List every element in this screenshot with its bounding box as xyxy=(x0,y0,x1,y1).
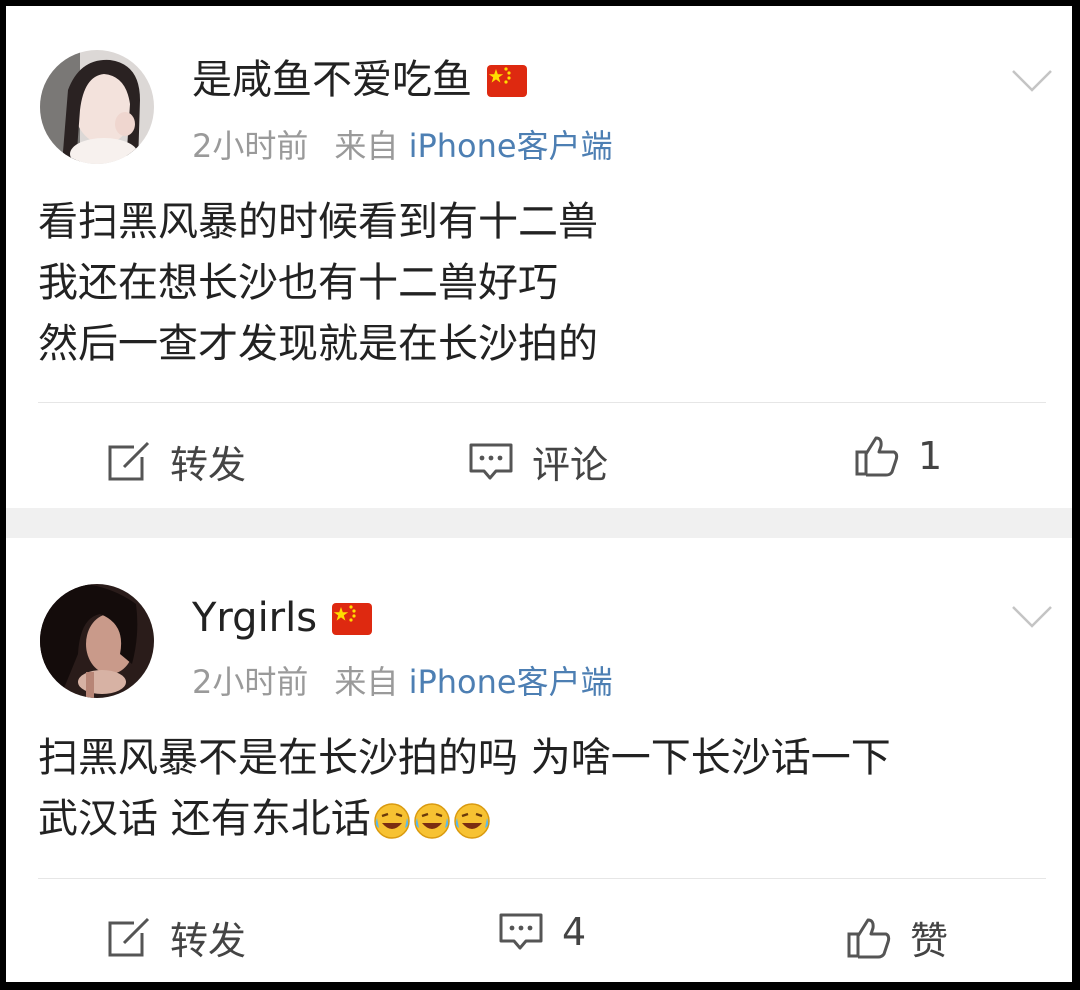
username[interactable]: Yrgirls xyxy=(192,594,373,642)
username-text[interactable]: Yrgirls xyxy=(192,594,317,642)
like-button[interactable]: 1 xyxy=(854,434,942,478)
source-link[interactable]: iPhone客户端 xyxy=(409,663,613,701)
comment-card: Yrgirls 2小时前 来自 iPhone客户端 扫黑风暴不是在长沙拍的吗 为啥… xyxy=(6,538,1072,982)
repost-label: 转发 xyxy=(170,443,247,487)
card-separator xyxy=(6,508,1072,538)
comment-line-text: 武汉话 还有东北话 xyxy=(38,796,371,842)
username[interactable]: 是咸鱼不爱吃鱼 xyxy=(192,56,528,104)
china-flag-icon xyxy=(486,62,528,98)
comment-line: 看扫黑风暴的时候看到有十二兽 xyxy=(38,199,598,245)
comment-button[interactable]: 4 xyxy=(498,910,586,954)
comment-text: 扫黑风暴不是在长沙拍的吗 为啥一下长沙话一下 武汉话 还有东北话 xyxy=(38,728,891,850)
comment-line: 武汉话 还有东北话 xyxy=(38,789,891,850)
china-flag-icon xyxy=(331,600,373,636)
chevron-down-icon[interactable] xyxy=(1010,602,1054,632)
like-button[interactable]: 赞 xyxy=(846,910,948,965)
comment-bubble-icon xyxy=(499,913,543,950)
edit-square-icon xyxy=(108,441,150,480)
laughing-crying-emoji xyxy=(453,803,490,839)
thumbs-up-icon xyxy=(847,918,891,958)
weibo-comment-list: 是咸鱼不爱吃鱼 2小时前 来自 iPhone客户端 看扫黑风暴的时候看到有十二兽 … xyxy=(6,6,1072,982)
comment-button[interactable]: 评论 xyxy=(468,434,608,489)
edit-square-icon xyxy=(108,917,150,956)
comment-line: 我还在想长沙也有十二兽好巧 xyxy=(38,260,558,306)
comment-count: 4 xyxy=(562,910,587,954)
comment-text: 看扫黑风暴的时候看到有十二兽 我还在想长沙也有十二兽好巧 然后一查才发现就是在长… xyxy=(38,192,598,375)
avatar[interactable] xyxy=(40,584,154,698)
emoji-group xyxy=(373,802,491,840)
source-link[interactable]: iPhone客户端 xyxy=(409,127,613,165)
source-prefix: 来自 xyxy=(334,127,399,165)
repost-label: 转发 xyxy=(170,919,247,963)
avatar[interactable] xyxy=(40,50,154,164)
laughing-crying-emoji xyxy=(373,803,410,839)
post-time: 2小时前 xyxy=(192,127,309,165)
like-count: 1 xyxy=(918,434,943,478)
comment-label: 评论 xyxy=(532,443,609,487)
source-prefix: 来自 xyxy=(334,663,399,701)
laughing-crying-emoji xyxy=(413,803,450,839)
username-text[interactable]: 是咸鱼不爱吃鱼 xyxy=(192,56,472,104)
comment-card: 是咸鱼不爱吃鱼 2小时前 来自 iPhone客户端 看扫黑风暴的时候看到有十二兽 … xyxy=(6,6,1072,508)
post-meta: 2小时前 来自 iPhone客户端 xyxy=(192,662,613,702)
repost-button[interactable]: 转发 xyxy=(106,434,246,489)
comment-bubble-icon xyxy=(469,443,513,479)
post-meta: 2小时前 来自 iPhone客户端 xyxy=(192,126,613,166)
chevron-down-icon[interactable] xyxy=(1010,66,1054,96)
divider xyxy=(38,878,1046,879)
post-time: 2小时前 xyxy=(192,663,309,701)
divider xyxy=(38,402,1046,403)
comment-line: 扫黑风暴不是在长沙拍的吗 为啥一下长沙话一下 xyxy=(38,735,891,781)
like-label: 赞 xyxy=(910,919,949,963)
thumbs-up-icon xyxy=(855,436,899,477)
comment-line: 然后一查才发现就是在长沙拍的 xyxy=(38,321,598,367)
repost-button[interactable]: 转发 xyxy=(106,910,246,965)
